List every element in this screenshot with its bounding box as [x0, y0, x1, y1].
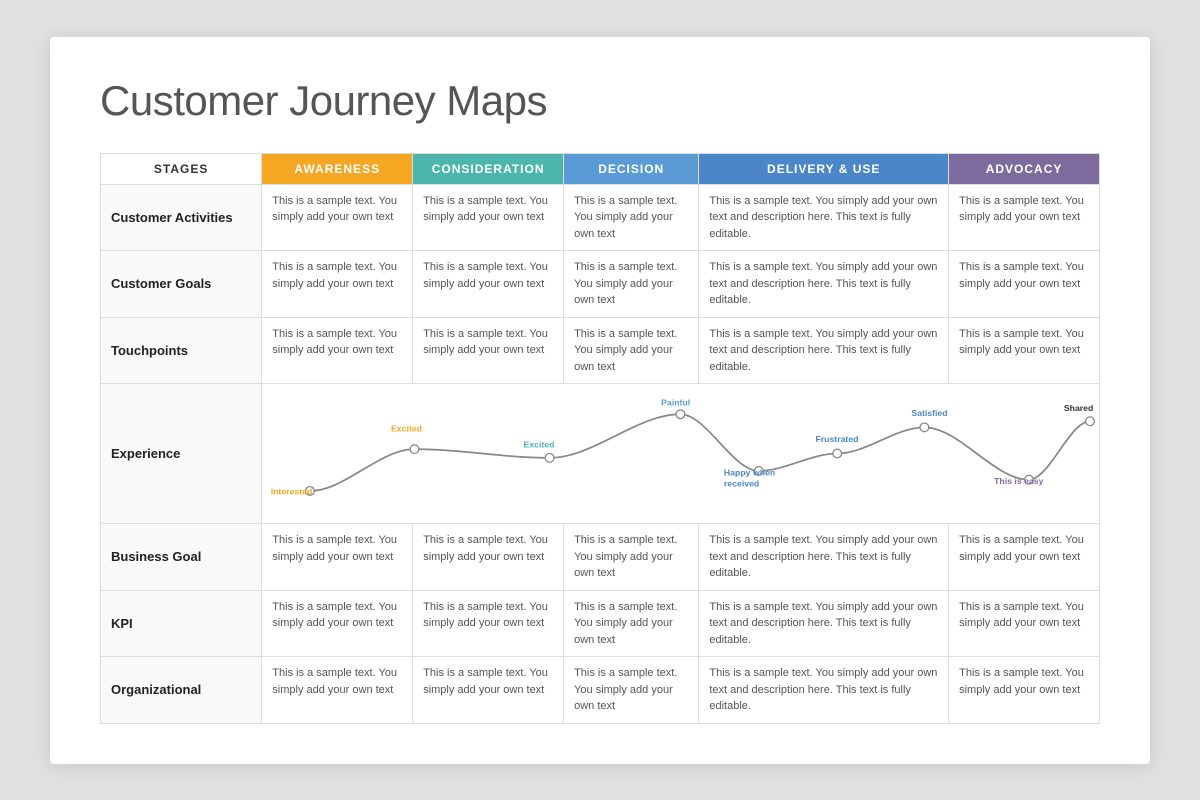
row-label: KPI [101, 590, 262, 657]
cell-advocacy: This is a sample text. You simply add yo… [949, 317, 1100, 384]
experience-row: Experience Interested Excited Excited Painf… [101, 384, 1100, 524]
svg-text:received: received [724, 479, 759, 489]
row-label: Organizational [101, 657, 262, 724]
cell-consideration: This is a sample text. You simply add yo… [413, 524, 564, 591]
cell-advocacy: This is a sample text. You simply add yo… [949, 524, 1100, 591]
svg-text:Excited: Excited [524, 439, 555, 449]
experience-chart-cell: Interested Excited Excited Painful Happy whe… [262, 384, 1100, 524]
svg-text:Frustrated: Frustrated [816, 434, 859, 444]
journey-map-table: STAGES AWARENESS CONSIDERATION DECISION … [100, 153, 1100, 724]
cell-advocacy: This is a sample text. You simply add yo… [949, 590, 1100, 657]
cell-awareness: This is a sample text. You simply add yo… [262, 590, 413, 657]
cell-delivery: This is a sample text. You simply add yo… [699, 657, 949, 724]
cell-advocacy: This is a sample text. You simply add yo… [949, 184, 1100, 251]
delivery-header: DELIVERY & USE [699, 153, 949, 184]
table-row: Business Goal This is a sample text. You… [101, 524, 1100, 591]
cell-awareness: This is a sample text. You simply add yo… [262, 524, 413, 591]
slide: Customer Journey Maps STAGES AWARENESS C… [50, 37, 1150, 764]
svg-text:Interested: Interested [271, 486, 313, 496]
cell-awareness: This is a sample text. You simply add yo… [262, 657, 413, 724]
cell-advocacy: This is a sample text. You simply add yo… [949, 657, 1100, 724]
table-row: Touchpoints This is a sample text. You s… [101, 317, 1100, 384]
row-label: Business Goal [101, 524, 262, 591]
cell-decision: This is a sample text. You simply add yo… [564, 184, 699, 251]
consideration-header: CONSIDERATION [413, 153, 564, 184]
cell-consideration: This is a sample text. You simply add yo… [413, 251, 564, 318]
row-label: Touchpoints [101, 317, 262, 384]
cell-delivery: This is a sample text. You simply add yo… [699, 524, 949, 591]
cell-awareness: This is a sample text. You simply add yo… [262, 317, 413, 384]
svg-text:Excited: Excited [391, 424, 422, 434]
cell-awareness: This is a sample text. You simply add yo… [262, 184, 413, 251]
cell-consideration: This is a sample text. You simply add yo… [413, 657, 564, 724]
cell-advocacy: This is a sample text. You simply add yo… [949, 251, 1100, 318]
advocacy-header: ADVOCACY [949, 153, 1100, 184]
table-row: Customer Activities This is a sample tex… [101, 184, 1100, 251]
cell-delivery: This is a sample text. You simply add yo… [699, 317, 949, 384]
table-row: Organizational This is a sample text. Yo… [101, 657, 1100, 724]
cell-delivery: This is a sample text. You simply add yo… [699, 251, 949, 318]
svg-text:Satisfied: Satisfied [912, 408, 948, 418]
row-label: Customer Activities [101, 184, 262, 251]
cell-decision: This is a sample text. You simply add yo… [564, 317, 699, 384]
page-title: Customer Journey Maps [100, 77, 1100, 125]
stages-header: STAGES [101, 153, 262, 184]
table-row: Customer Goals This is a sample text. Yo… [101, 251, 1100, 318]
table-row: KPI This is a sample text. You simply ad… [101, 590, 1100, 657]
svg-text:Painful: Painful [661, 398, 690, 408]
svg-text:Shared: Shared [1064, 403, 1094, 413]
cell-delivery: This is a sample text. You simply add yo… [699, 590, 949, 657]
cell-awareness: This is a sample text. You simply add yo… [262, 251, 413, 318]
cell-decision: This is a sample text. You simply add yo… [564, 251, 699, 318]
cell-consideration: This is a sample text. You simply add yo… [413, 590, 564, 657]
cell-decision: This is a sample text. You simply add yo… [564, 524, 699, 591]
experience-label: Experience [101, 384, 262, 524]
header-row: STAGES AWARENESS CONSIDERATION DECISION … [101, 153, 1100, 184]
decision-header: DECISION [564, 153, 699, 184]
cell-consideration: This is a sample text. You simply add yo… [413, 184, 564, 251]
cell-decision: This is a sample text. You simply add yo… [564, 657, 699, 724]
svg-text:Happy when: Happy when [724, 467, 775, 477]
row-label: Customer Goals [101, 251, 262, 318]
cell-delivery: This is a sample text. You simply add yo… [699, 184, 949, 251]
awareness-header: AWARENESS [262, 153, 413, 184]
svg-text:This is easy: This is easy [994, 476, 1044, 486]
cell-consideration: This is a sample text. You simply add yo… [413, 317, 564, 384]
cell-decision: This is a sample text. You simply add yo… [564, 590, 699, 657]
